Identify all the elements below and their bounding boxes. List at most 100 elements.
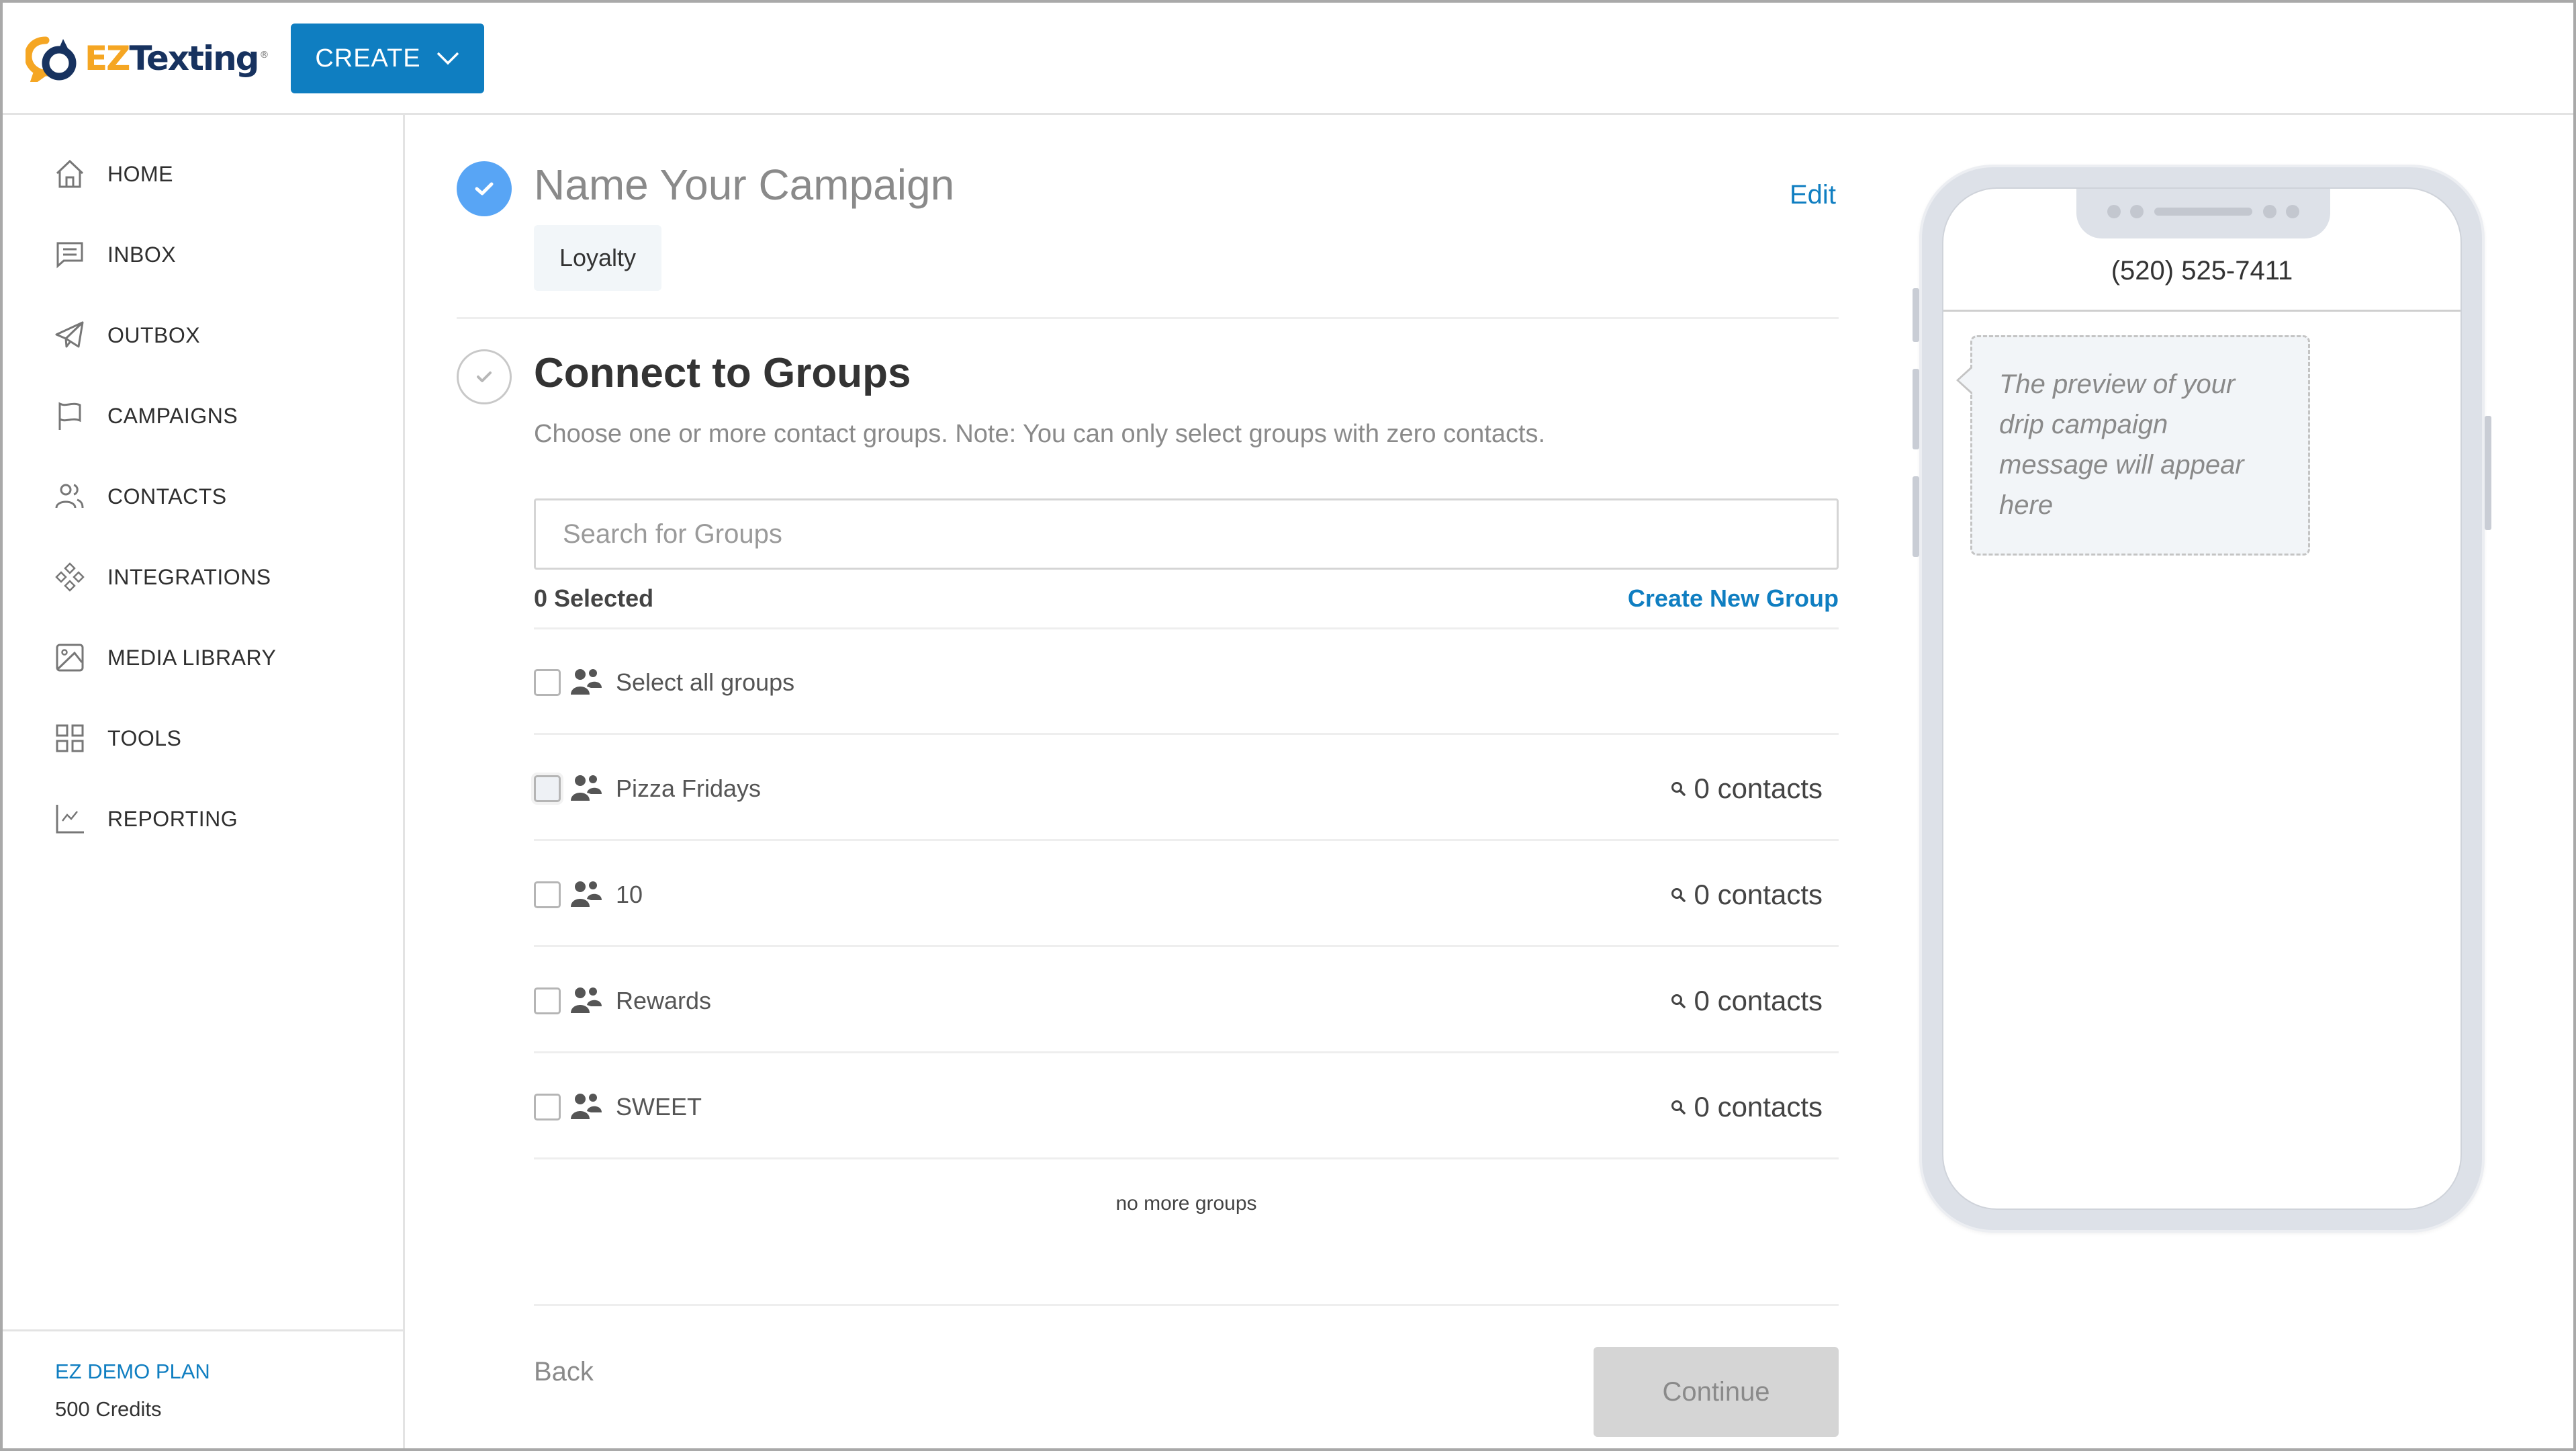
nav-label: TOOLS [107,726,182,750]
phone-side-button [2485,416,2491,530]
campaign-name-chip: Loyalty [534,225,661,291]
nav-label: OUTBOX [107,322,201,347]
phone-notch [2076,189,2330,238]
step-complete-indicator [457,161,512,216]
create-new-group-link[interactable]: Create New Group [1628,584,1839,613]
chevron-down-icon [436,52,459,65]
section-divider [457,317,1839,319]
group-checkbox[interactable] [534,1093,561,1120]
row-divider [534,1157,1839,1159]
integrations-icon [54,561,86,593]
message-preview-bubble: The preview of your drip campaign messag… [1956,335,2310,556]
no-more-groups-label: no more groups [1115,1192,1257,1215]
group-icon [571,881,602,907]
nav-label: REPORTING [107,806,238,831]
group-icon [571,775,602,801]
search-icon [1671,887,1686,902]
logo-registered: ® [259,50,269,61]
chart-line-icon [54,803,86,835]
row-divider [534,733,1839,735]
check-icon [475,182,494,195]
phone-screen: (520) 525-7411 The preview of your drip … [1942,187,2462,1210]
group-contacts-count[interactable]: 0 contacts [1670,985,1823,1017]
nav-label: MEDIA LIBRARY [107,645,277,670]
paper-plane-icon [54,319,86,351]
step-title-connect-groups: Connect to Groups [534,350,911,396]
message-icon [54,238,86,271]
back-button[interactable]: Back [534,1357,594,1387]
bubble-tail [1956,365,1972,395]
phone-header-divider [1943,310,2460,312]
nav-label: INBOX [107,242,177,267]
row-divider [534,1051,1839,1053]
step-description: Choose one or more contact groups. Note:… [534,420,1546,448]
home-icon [54,158,86,190]
contacts-label: 0 contacts [1694,984,1823,1016]
flag-icon [54,400,86,432]
search-icon [1671,994,1686,1008]
select-all-row: Select all groups [534,629,1839,735]
sidebar-item-contacts[interactable]: CONTACTS [0,463,403,530]
sidebar-item-inbox[interactable]: INBOX [0,221,403,288]
check-icon [477,371,492,382]
phone-side-button [1913,369,1919,449]
group-checkbox[interactable] [534,987,561,1014]
row-divider [534,839,1839,841]
users-icon [54,480,86,513]
sidebar-item-outbox[interactable]: OUTBOX [0,302,403,369]
notch-dot [2107,205,2121,218]
logo-texting: Texting [129,39,259,78]
sidebar-item-tools[interactable]: TOOLS [0,705,403,772]
select-all-checkbox[interactable] [534,668,561,696]
phone-side-button [1913,476,1919,557]
group-icon [571,1093,602,1119]
selected-count: 0 Selected [534,584,654,612]
ez-texting-logo[interactable]: EZTexting ® [26,35,269,82]
phone-side-button [1913,288,1919,342]
grid-icon [54,722,86,754]
footer-divider [534,1304,1839,1306]
group-checkbox[interactable] [534,881,561,908]
logo-wordmark: EZTexting ® [85,39,269,78]
notch-dot [2286,205,2299,218]
create-label: CREATE [315,44,421,73]
notch-dot [2263,205,2276,218]
search-icon [1671,1100,1686,1114]
group-contacts-count[interactable]: 0 contacts [1670,773,1823,805]
notch-speaker [2154,208,2252,216]
step-title-name-campaign: Name Your Campaign [534,161,955,209]
group-row: SWEET 0 contacts [534,1054,1839,1159]
group-name: Rewards [616,986,712,1014]
plan-name[interactable]: EZ DEMO PLAN [55,1360,210,1384]
contacts-label: 0 contacts [1694,772,1823,804]
image-icon [54,642,86,674]
group-checkbox[interactable] [534,775,561,802]
sidebar: HOME INBOX OUTBOX CAMPAIGNS CONTACTS INT… [0,115,405,1451]
group-row: Rewards 0 contacts [534,948,1839,1053]
logo-ez: EZ [85,39,130,78]
group-icon [571,668,602,695]
group-contacts-count[interactable]: 0 contacts [1670,879,1823,911]
credits-count: 500 Credits [55,1397,162,1421]
preview-message-text: The preview of your drip campaign messag… [1999,369,2244,520]
search-groups-input[interactable] [534,498,1839,570]
search-icon [1671,781,1686,796]
contacts-label: 0 contacts [1694,878,1823,910]
sidebar-item-home[interactable]: HOME [0,140,403,208]
group-icon [571,987,602,1013]
edit-link[interactable]: Edit [1790,180,1836,210]
row-divider [534,945,1839,947]
create-button[interactable]: CREATE [291,24,484,93]
sidebar-item-reporting[interactable]: REPORTING [0,785,403,852]
group-row: Pizza Fridays 0 contacts [534,736,1839,841]
step-pending-indicator [457,349,512,404]
sidebar-item-campaigns[interactable]: CAMPAIGNS [0,382,403,449]
nav-label: CAMPAIGNS [107,403,238,428]
continue-button[interactable]: Continue [1594,1347,1839,1437]
group-contacts-count[interactable]: 0 contacts [1670,1091,1823,1123]
plan-info: EZ DEMO PLAN 500 Credits [0,1329,403,1450]
preview-phone-number: (520) 525-7411 [2111,256,2293,285]
logo-mark-icon [26,36,77,82]
sidebar-item-integrations[interactable]: INTEGRATIONS [0,543,403,611]
sidebar-item-media-library[interactable]: MEDIA LIBRARY [0,624,403,691]
